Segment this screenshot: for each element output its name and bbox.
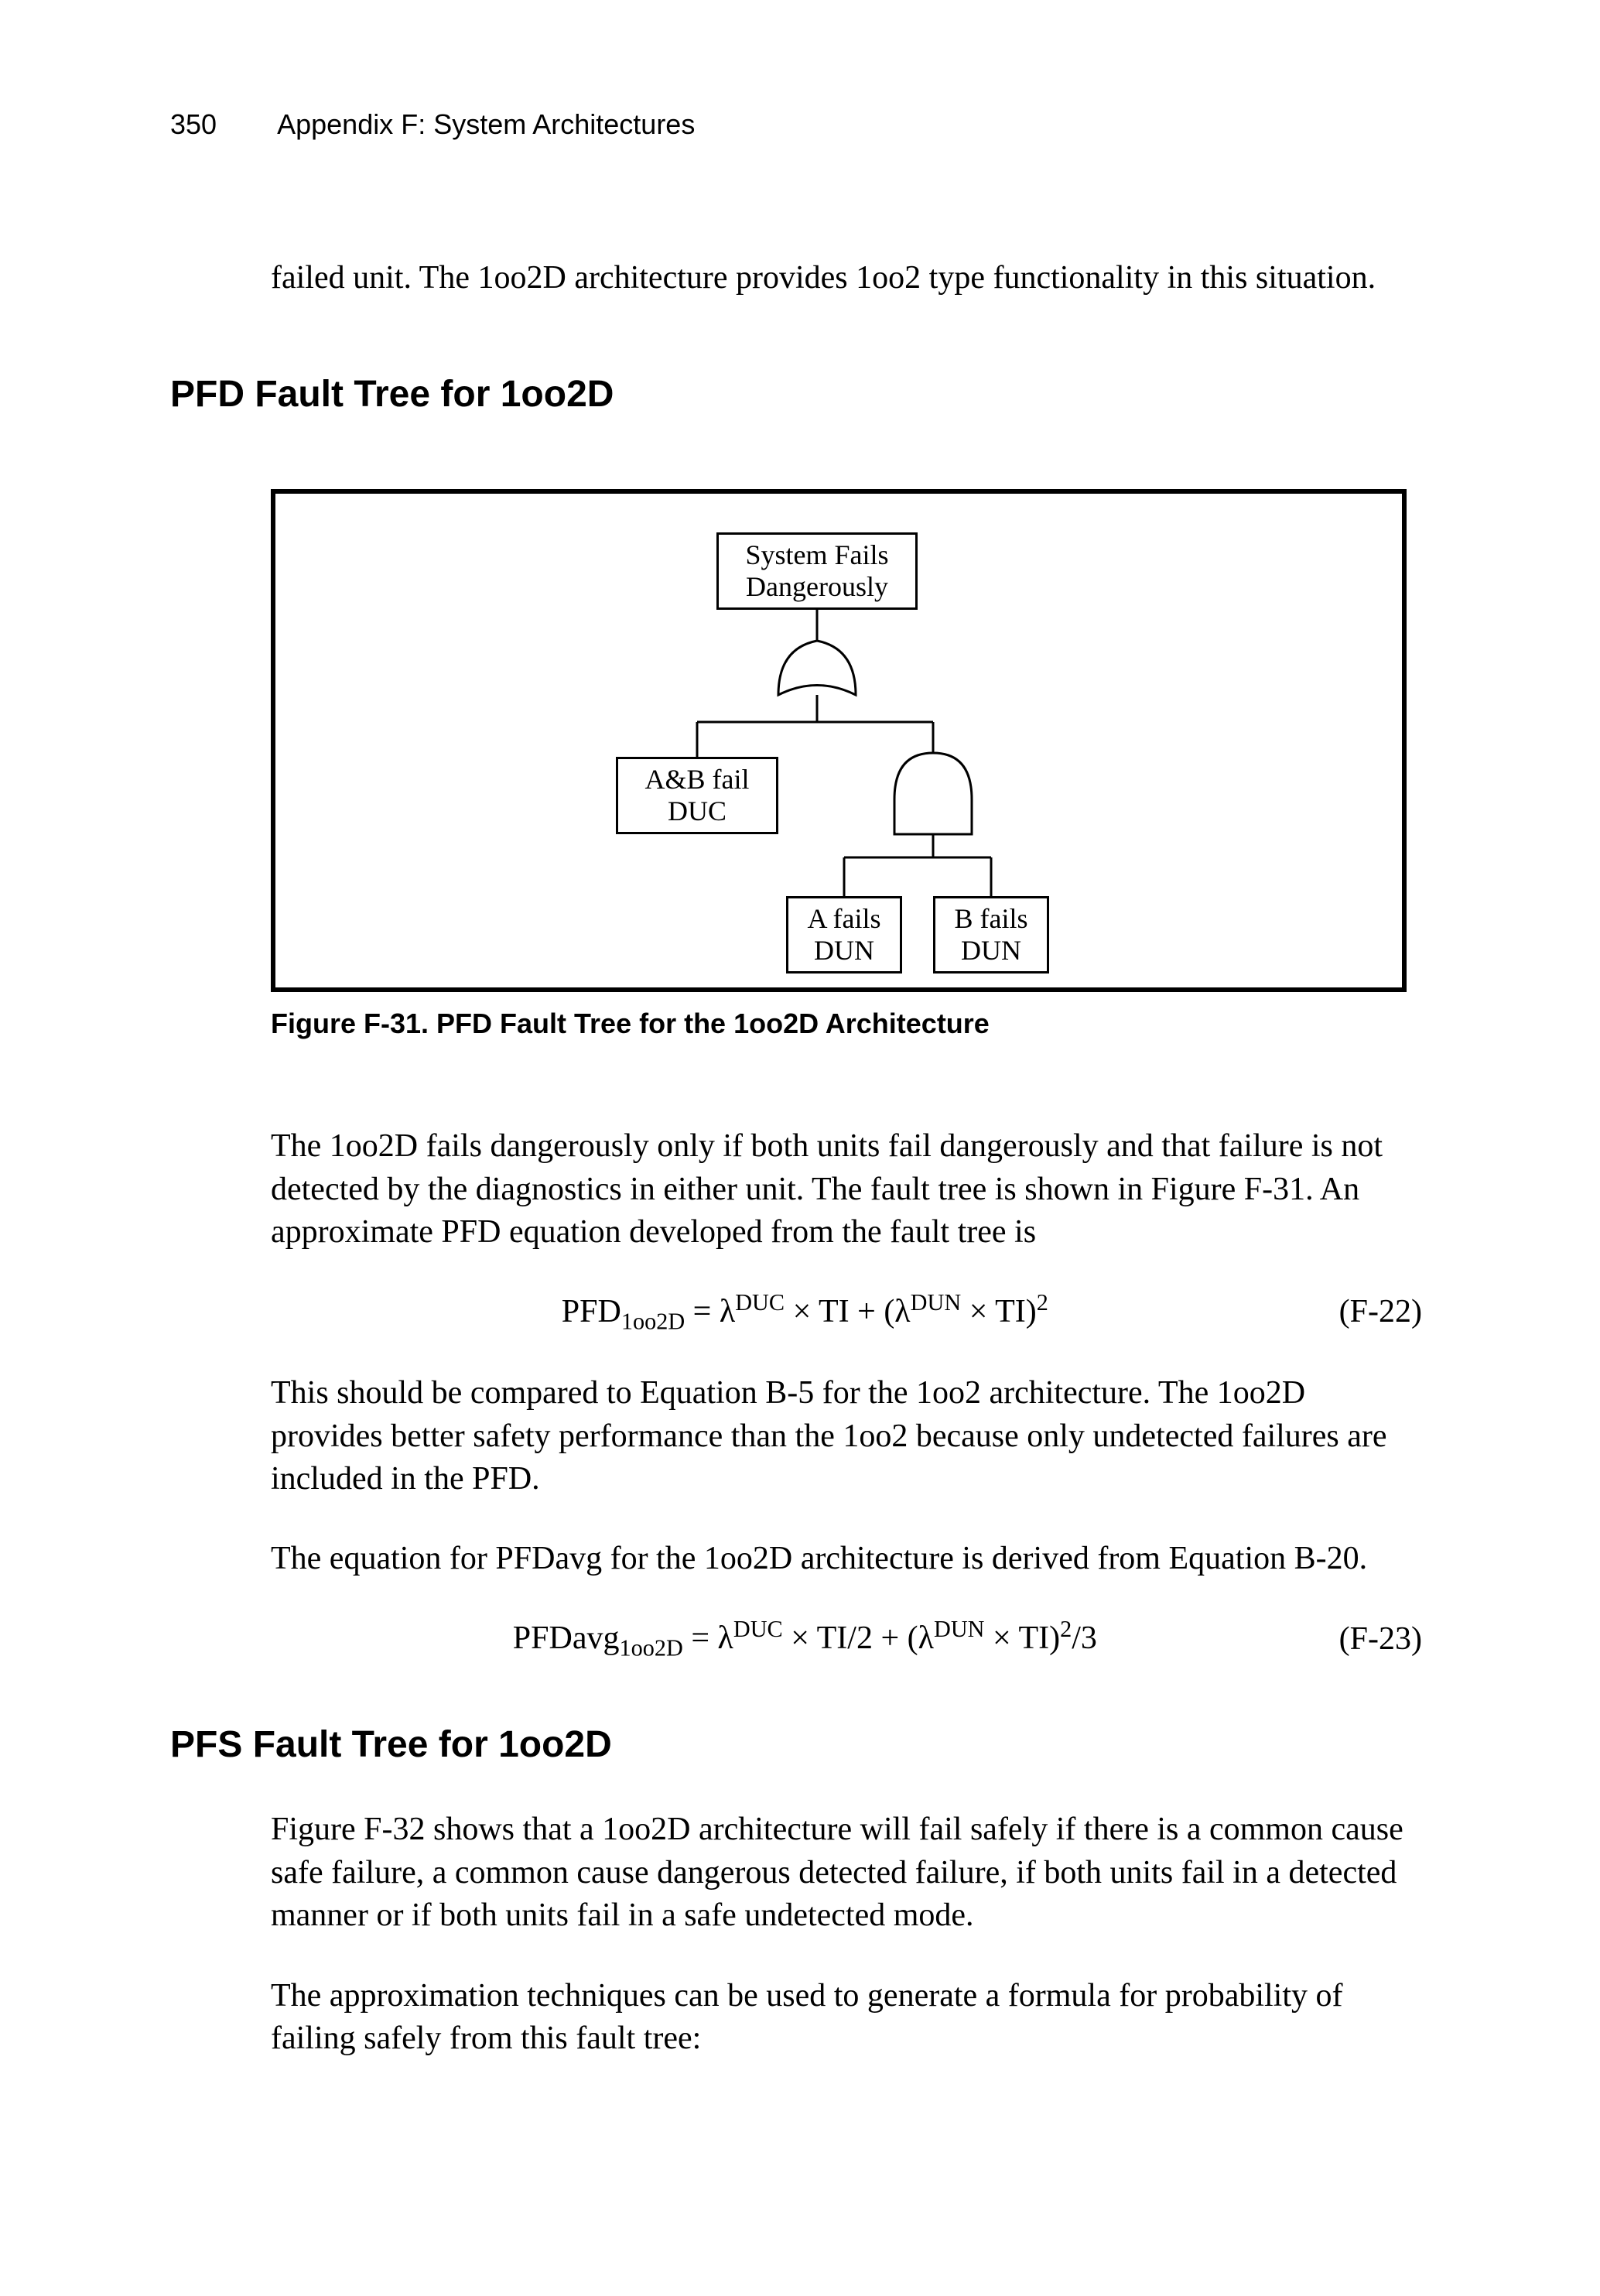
eq-f23-tail-sup: 2 — [1060, 1616, 1072, 1642]
eq-f23-tail-extra: /3 — [1072, 1620, 1097, 1656]
equation-f22-row: PFD1oo2D = λDUC × TI + (λDUN × TI)2 (F-2… — [271, 1289, 1422, 1335]
eq-f22-mid: × TI + (λ — [793, 1294, 911, 1329]
eq-f23-lhs-base: PFDavg — [513, 1620, 620, 1656]
para-pfs-2: The approximation techniques can be used… — [271, 1975, 1422, 2061]
fault-tree-top-event: System FailsDangerously — [716, 532, 918, 610]
page-number: 350 — [170, 108, 217, 141]
equation-f23: PFDavg1oo2D = λDUC × TI/2 + (λDUN × TI)2… — [271, 1616, 1339, 1661]
eq-f23-sup2: DUN — [934, 1616, 985, 1642]
figure-f31: System FailsDangerously A&B failDUC A fa… — [271, 489, 1438, 1040]
eq-f23-sup1: DUC — [733, 1616, 783, 1642]
fault-tree-a-fails: A failsDUN — [786, 896, 902, 973]
equation-f23-row: PFDavg1oo2D = λDUC × TI/2 + (λDUN × TI)2… — [271, 1616, 1422, 1661]
eq-f22-tail: × TI) — [969, 1294, 1037, 1329]
eq-f23-mid: × TI/2 + (λ — [791, 1620, 934, 1656]
appendix-title: Appendix F: System Architectures — [277, 108, 695, 140]
intro-paragraph: failed unit. The 1oo2D architecture prov… — [271, 257, 1422, 299]
section-heading-pfs: PFS Fault Tree for 1oo2D — [170, 1723, 1438, 1766]
figure-box: System FailsDangerously A&B failDUC A fa… — [271, 489, 1407, 992]
para-fault-tree-desc: The 1oo2D fails dangerously only if both… — [271, 1125, 1422, 1254]
eq-f23-tail: × TI) — [993, 1620, 1060, 1656]
running-header: 350 Appendix F: System Architectures — [170, 108, 1438, 141]
para-compare: This should be compared to Equation B-5 … — [271, 1372, 1422, 1500]
equation-f22: PFD1oo2D = λDUC × TI + (λDUN × TI)2 — [271, 1289, 1339, 1335]
para-pfs-1: Figure F-32 shows that a 1oo2D architect… — [271, 1808, 1422, 1937]
equation-f22-number: (F-22) — [1339, 1293, 1422, 1330]
section-heading-pfd: PFD Fault Tree for 1oo2D — [170, 373, 1438, 416]
fault-tree-duc-box: A&B failDUC — [616, 757, 778, 834]
eq-f22-lhs-sub: 1oo2D — [621, 1308, 685, 1334]
para-pfdavg-intro: The equation for PFDavg for the 1oo2D ar… — [271, 1538, 1422, 1580]
eq-f23-equals: = λ — [691, 1620, 733, 1656]
figure-caption: Figure F-31. PFD Fault Tree for the 1oo2… — [271, 1008, 1438, 1040]
eq-f22-sup2: DUN — [911, 1289, 962, 1316]
fault-tree-b-fails: B failsDUN — [933, 896, 1049, 973]
eq-f22-lhs-base: PFD — [562, 1294, 621, 1329]
eq-f22-sup1: DUC — [735, 1289, 785, 1316]
equation-f23-number: (F-23) — [1339, 1620, 1422, 1658]
eq-f22-equals: = λ — [693, 1294, 736, 1329]
eq-f22-tail-sup: 2 — [1037, 1289, 1048, 1316]
page: 350 Appendix F: System Architectures fai… — [0, 0, 1600, 2296]
eq-f23-lhs-sub: 1oo2D — [620, 1634, 683, 1661]
